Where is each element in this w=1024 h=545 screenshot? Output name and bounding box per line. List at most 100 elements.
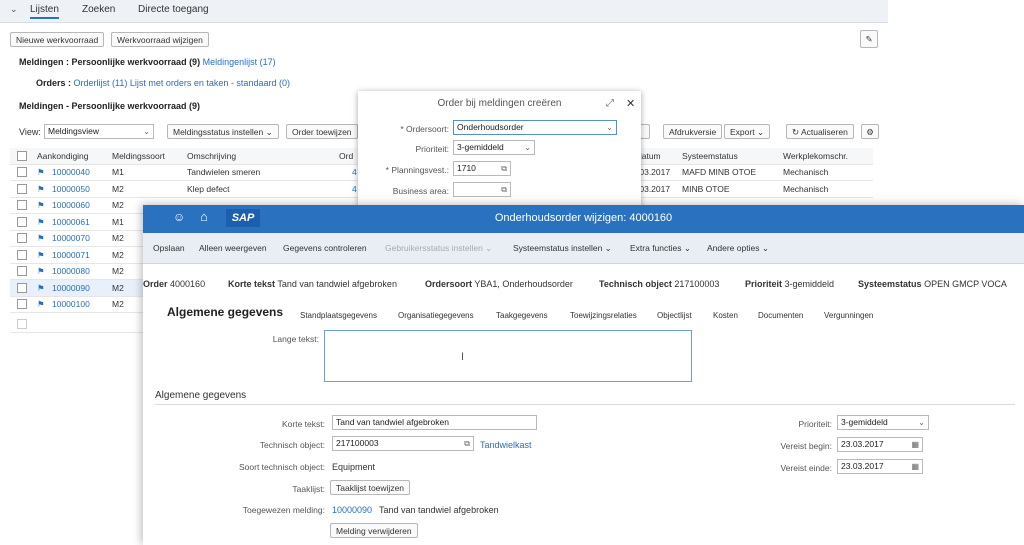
edit-workload-button[interactable]: Werkvoorraad wijzigen	[111, 32, 209, 47]
assigned-melding-link[interactable]: 10000090	[332, 505, 372, 515]
melding-type: M2	[112, 233, 124, 243]
row-checkbox[interactable]	[17, 233, 27, 243]
tab-documenten[interactable]: Documenten	[758, 311, 803, 320]
meldingenlijst-link[interactable]: Meldingenlijst (17)	[203, 57, 276, 67]
tab-taakgegevens[interactable]: Taakgegevens	[496, 311, 548, 320]
meldingen-line: Meldingen : Persoonlijke werkvoorraad (9…	[19, 57, 276, 67]
tab-standplaats[interactable]: Standplaatsgegevens	[300, 311, 377, 320]
melding-type: M2	[112, 266, 124, 276]
melding-id-link[interactable]: 10000060	[52, 200, 90, 210]
create-order-dialog: Order bij meldingen creëren ⤢ ✕ * Orders…	[358, 91, 641, 211]
other-options-button[interactable]: Andere opties ⌄	[707, 243, 769, 254]
technisch-object-value: 217100003	[336, 438, 379, 448]
melding-id-link[interactable]: 10000050	[52, 184, 90, 194]
check-data-button[interactable]: Gegevens controleren	[283, 243, 367, 253]
row-checkbox[interactable]	[17, 282, 27, 293]
melding-id-link[interactable]: 10000100	[52, 299, 90, 309]
print-version-button[interactable]: Afdrukversie	[663, 124, 723, 139]
settings-icon[interactable]: ⚙	[861, 124, 879, 139]
orderlijst-link[interactable]: Orderlijst (11)	[74, 78, 128, 88]
value-help-icon[interactable]: ⧉	[501, 183, 507, 196]
new-workload-button[interactable]: Nieuwe werkvoorraad	[10, 32, 105, 47]
value-help-icon[interactable]: ⧉	[464, 437, 470, 450]
close-icon[interactable]: ✕	[626, 97, 635, 110]
edit-pencil-icon[interactable]: ✎	[860, 30, 878, 48]
melding-id-link[interactable]: 10000070	[52, 233, 90, 243]
collapse-chevron-icon[interactable]: ⌄	[10, 4, 18, 15]
row-checkbox[interactable]	[17, 249, 27, 260]
tab-directe-toegang[interactable]: Directe toegang	[138, 4, 209, 15]
business-area-input[interactable]: ⧉	[453, 182, 511, 197]
os-value: YBA1, Onderhoudsorder	[474, 279, 573, 289]
technisch-object-input[interactable]: 217100003 ⧉	[332, 436, 474, 451]
section-algemene-gegevens: Algemene gegevens	[155, 390, 247, 401]
tab-objectlijst[interactable]: Objectlijst	[657, 311, 692, 320]
melding-id-link[interactable]: 10000071	[52, 250, 90, 260]
tab-organisatie[interactable]: Organisatiegegevens	[398, 311, 474, 320]
tab-kosten[interactable]: Kosten	[713, 311, 738, 320]
vereist-einde-input[interactable]: 23.03.2017 ▦	[837, 459, 923, 474]
remove-melding-button[interactable]: Melding verwijderen	[330, 523, 418, 538]
view-value: Meldingsview	[48, 126, 100, 136]
tab-vergunningen[interactable]: Vergunningen	[824, 311, 873, 320]
melding-id-link[interactable]: 10000090	[52, 283, 90, 293]
planning-input[interactable]: 1710 ⧉	[453, 161, 511, 176]
vereist-begin-input[interactable]: 23.03.2017 ▦	[837, 437, 923, 452]
tab-zoeken[interactable]: Zoeken	[82, 4, 115, 15]
tandwielkast-link[interactable]: Tandwielkast	[480, 440, 532, 450]
col-werkplek[interactable]: Werkplekomschr.	[783, 151, 848, 161]
tab-toewijzingsrelaties[interactable]: Toewijzingsrelaties	[570, 311, 637, 320]
prioriteit-form-select[interactable]: 3-gemiddeld ⌄	[837, 415, 929, 430]
tab-lijsten[interactable]: Lijsten	[30, 4, 59, 19]
to-label: Technisch object	[599, 279, 672, 289]
display-only-button[interactable]: Alleen weergeven	[199, 243, 267, 253]
save-button[interactable]: Opslaan	[153, 243, 185, 253]
ordersoort-select[interactable]: Onderhoudsorder ⌄	[453, 120, 617, 135]
calendar-icon[interactable]: ▦	[911, 438, 919, 451]
select-all-checkbox[interactable]	[17, 151, 27, 161]
lange-tekst-textarea[interactable]: I	[324, 330, 692, 382]
melding-id-link[interactable]: 10000040	[52, 167, 90, 177]
system-status: MAFD MINB OTOE	[682, 167, 756, 177]
pr-value: 3-gemiddeld	[784, 279, 835, 289]
row-checkbox[interactable]	[17, 299, 27, 309]
notification-icon: ⚑	[37, 266, 45, 276]
assign-tasklist-button[interactable]: Taaklijst toewijzen	[330, 480, 411, 495]
order-ref[interactable]: 4	[352, 184, 357, 194]
col-omschrijving[interactable]: Omschrijving	[187, 151, 236, 161]
col-aankondiging[interactable]: Aankondiging	[37, 151, 89, 161]
system-status-button[interactable]: Systeemstatus instellen ⌄	[513, 243, 612, 254]
melding-status-button[interactable]: Meldingsstatus instellen ⌄	[167, 124, 279, 139]
col-systeemstatus[interactable]: Systeemstatus	[682, 151, 738, 161]
melding-desc: Tandwielen smeren	[187, 167, 261, 177]
order-ref[interactable]: 4	[352, 167, 357, 177]
notification-icon: ⚑	[37, 299, 45, 309]
view-select[interactable]: Meldingsview ⌄	[44, 124, 154, 139]
calendar-icon[interactable]: ▦	[911, 460, 919, 473]
row-checkbox[interactable]	[17, 200, 27, 210]
row-checkbox[interactable]	[17, 266, 27, 276]
refresh-button[interactable]: ↻ Actualiseren	[786, 124, 854, 139]
user-status-button: Gebruikersstatus instellen ⌄	[385, 243, 493, 253]
user-status-label: Gebruikersstatus instellen	[385, 243, 483, 253]
export-button[interactable]: Export ⌄	[724, 124, 771, 139]
order-value: 4000160	[170, 279, 206, 289]
orders-tasks-link[interactable]: Lijst met orders en taken - standaard (0…	[130, 78, 290, 88]
ordersoort-value: Onderhoudsorder	[457, 122, 524, 132]
expand-icon[interactable]: ⤢	[606, 98, 614, 109]
row-checkbox[interactable]	[17, 183, 27, 194]
prioriteit-select[interactable]: 3-gemiddeld ⌄	[453, 140, 535, 155]
tab-algemene-gegevens[interactable]: Algemene gegevens	[167, 305, 283, 319]
melding-id-link[interactable]: 10000061	[52, 217, 90, 227]
row-checkbox[interactable]	[17, 319, 27, 329]
prioriteit-form-value: 3-gemiddeld	[841, 417, 888, 427]
value-help-icon[interactable]: ⧉	[501, 162, 507, 175]
melding-id-link[interactable]: 10000080	[52, 266, 90, 276]
row-checkbox[interactable]	[17, 216, 27, 227]
korte-tekst-input[interactable]: Tand van tandwiel afgebroken	[332, 415, 537, 430]
row-checkbox[interactable]	[17, 167, 27, 177]
order-assign-button[interactable]: Order toewijzen	[286, 124, 358, 139]
col-meldingssoort[interactable]: Meldingssoort	[112, 151, 165, 161]
extra-functions-button[interactable]: Extra functies ⌄	[630, 243, 691, 254]
col-ord[interactable]: Ord	[339, 151, 353, 161]
